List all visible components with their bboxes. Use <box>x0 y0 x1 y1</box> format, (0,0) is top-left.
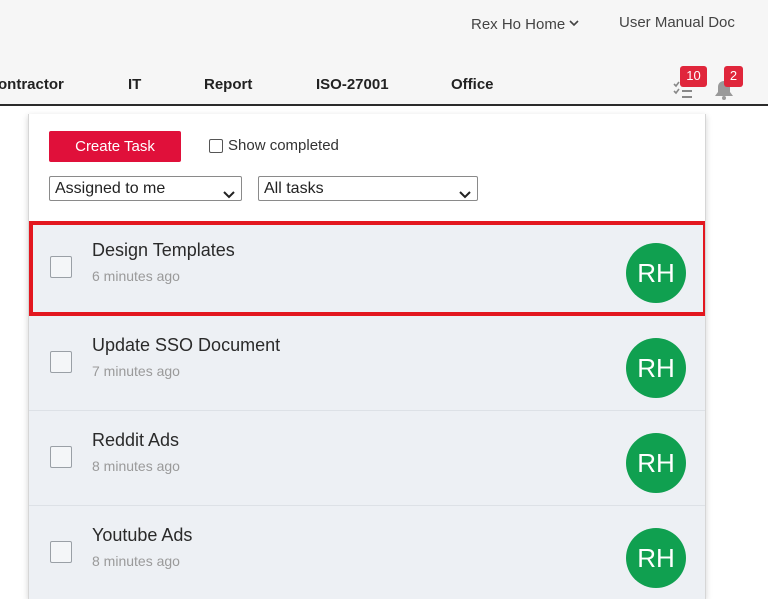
avatar: RH <box>626 338 686 398</box>
tab-it[interactable]: IT <box>128 76 141 93</box>
task-title: Youtube Ads <box>92 525 193 545</box>
task-timestamp: 6 minutes ago <box>92 268 180 284</box>
task-checkbox[interactable] <box>50 541 72 563</box>
task-row[interactable]: Update SSO Document 7 minutes ago RH <box>29 316 705 411</box>
task-checkbox[interactable] <box>50 351 72 373</box>
assignee-filter-value: Assigned to me <box>55 180 166 197</box>
task-title: Reddit Ads <box>92 430 180 450</box>
user-manual-link[interactable]: User Manual Doc <box>619 14 735 31</box>
notifications-count-badge: 2 <box>724 66 743 87</box>
create-task-button[interactable]: Create Task <box>49 131 181 162</box>
chevron-down-icon <box>459 184 471 199</box>
show-completed-toggle[interactable]: Show completed <box>209 137 339 154</box>
avatar: RH <box>626 433 686 493</box>
task-title: Update SSO Document <box>92 335 281 355</box>
task-checkbox[interactable] <box>50 446 72 468</box>
chevron-down-icon <box>223 184 235 199</box>
task-row[interactable]: Design Templates 6 minutes ago RH <box>29 221 705 316</box>
task-type-filter-select[interactable]: All tasks <box>258 176 478 201</box>
task-timestamp: 7 minutes ago <box>92 363 180 379</box>
avatar: RH <box>626 243 686 303</box>
tab-iso-27001[interactable]: ISO-27001 <box>316 76 389 93</box>
tasks-count-badge: 10 <box>680 66 707 87</box>
task-timestamp: 8 minutes ago <box>92 458 180 474</box>
tab-office[interactable]: Office <box>451 76 494 93</box>
main-nav: ontractor IT Report ISO-27001 Office <box>0 58 768 106</box>
task-title: Design Templates <box>92 240 235 260</box>
show-completed-checkbox[interactable] <box>209 138 223 153</box>
task-row[interactable]: Reddit Ads 8 minutes ago RH <box>29 411 705 506</box>
top-bar: Rex Ho Home User Manual Doc <box>0 0 768 58</box>
assignee-filter-select[interactable]: Assigned to me <box>49 176 242 201</box>
tab-report[interactable]: Report <box>204 76 252 93</box>
task-timestamp: 8 minutes ago <box>92 553 180 569</box>
task-checkbox[interactable] <box>50 256 72 278</box>
tab-contractor[interactable]: ontractor <box>0 76 64 93</box>
task-row[interactable]: Youtube Ads 8 minutes ago RH <box>29 506 705 599</box>
task-type-filter-value: All tasks <box>264 180 324 197</box>
avatar: RH <box>626 528 686 588</box>
task-list: Design Templates 6 minutes ago RH Update… <box>29 221 705 599</box>
chevron-down-icon <box>569 14 579 31</box>
home-menu[interactable]: Rex Ho Home <box>471 14 579 33</box>
home-menu-label: Rex Ho Home <box>471 16 566 33</box>
tasks-panel: Create Task Show completed Assigned to m… <box>28 114 706 599</box>
show-completed-label: Show completed <box>228 137 339 154</box>
